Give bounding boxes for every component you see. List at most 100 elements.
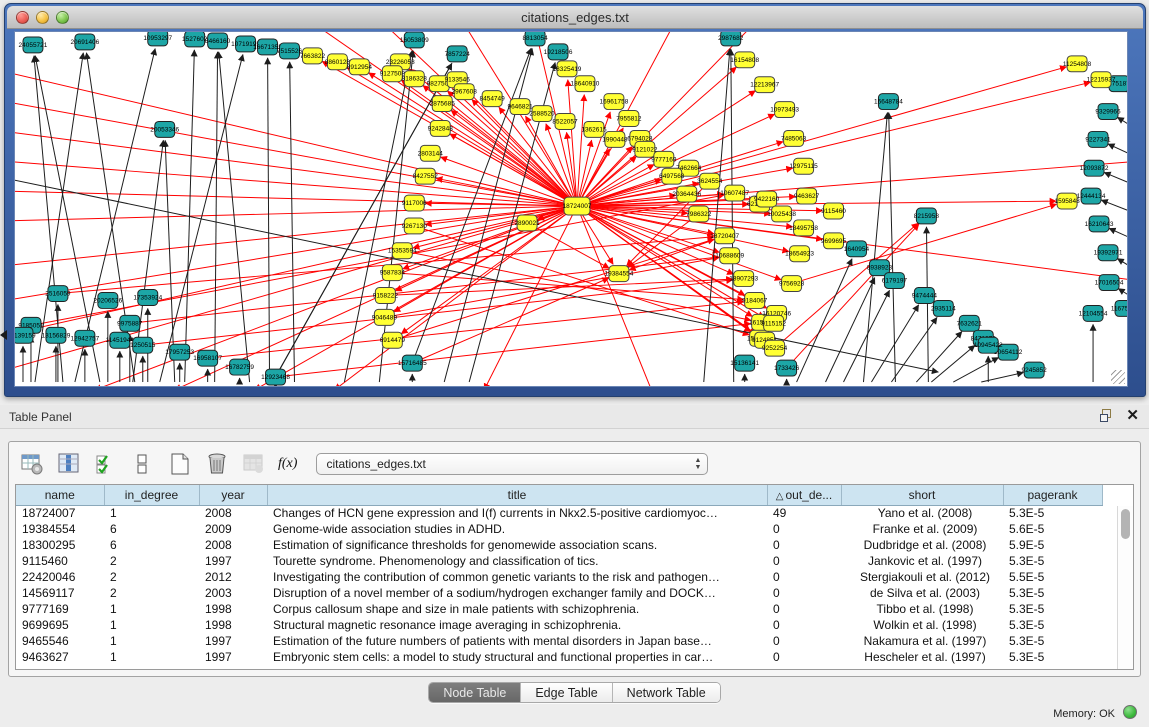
graph-node[interactable]: 11254808 — [1063, 56, 1092, 72]
table-cell[interactable]: 1 — [104, 617, 199, 633]
table-cell[interactable]: Embryonic stem cells: a model to study s… — [267, 649, 767, 665]
table-cell[interactable]: Estimation of the future numbers of pati… — [267, 633, 767, 649]
graph-node[interactable]: 9139159 — [15, 327, 36, 343]
table-cell[interactable]: Dudbridge et al. (2008) — [841, 537, 1003, 553]
graph-node[interactable]: 13156829 — [42, 327, 71, 343]
graph-node[interactable]: 9115460 — [821, 203, 846, 219]
table-settings-icon[interactable] — [19, 451, 45, 477]
graph-node[interactable]: 6914479 — [380, 332, 406, 348]
graph-node[interactable]: 18907293 — [729, 271, 758, 287]
table-cell[interactable]: 1 — [104, 505, 199, 521]
table-cell[interactable]: 2008 — [199, 537, 267, 553]
graph-node[interactable]: 2935114 — [931, 300, 956, 316]
graph-node[interactable]: 8427552 — [413, 168, 439, 184]
graph-node[interactable]: 17957253 — [165, 344, 194, 360]
table-cell[interactable]: Yano et al. (2008) — [841, 505, 1003, 521]
graph-node[interactable]: 17016504 — [1095, 275, 1124, 291]
table-cell[interactable]: Tibbo et al. (1998) — [841, 601, 1003, 617]
table-cell[interactable]: 5.6E-5 — [1003, 521, 1102, 537]
table-cell[interactable]: 1 — [104, 601, 199, 617]
graph-node[interactable]: 20053346 — [150, 121, 179, 137]
table-cell[interactable]: 5.3E-5 — [1003, 601, 1102, 617]
graph-node[interactable]: 20206526 — [93, 293, 122, 309]
table-cell[interactable]: 0 — [767, 553, 841, 569]
graph-node[interactable]: 12104554 — [1079, 305, 1108, 321]
graph-node[interactable]: 7515526 — [277, 43, 303, 59]
graph-node[interactable]: 18640910 — [571, 76, 600, 92]
table-cell[interactable]: 1997 — [199, 553, 267, 569]
graph-node[interactable]: 7485063 — [781, 130, 807, 146]
graph-node[interactable]: 10973493 — [770, 102, 799, 118]
graph-node[interactable]: 2967608 — [452, 84, 478, 100]
table-cell[interactable]: 9115460 — [16, 553, 104, 569]
graph-node[interactable]: 6179197 — [882, 273, 908, 289]
table-cell[interactable]: 2 — [104, 553, 199, 569]
table-cell[interactable]: 18300295 — [16, 537, 104, 553]
table-row[interactable]: 946362711997Embryonic stem cells: a mode… — [16, 649, 1102, 665]
table-cell[interactable]: 0 — [767, 601, 841, 617]
column-header-title[interactable]: title — [267, 485, 767, 505]
column-header-in_degree[interactable]: in_degree — [104, 485, 199, 505]
table-panel-header[interactable]: Table Panel ✕ — [0, 405, 1149, 429]
table-cell[interactable]: de Silva et al. (2003) — [841, 585, 1003, 601]
table-row[interactable]: 977716911998Corpus callosum shape and si… — [16, 601, 1102, 617]
table-cell[interactable]: Stergiakouli et al. (2012) — [841, 569, 1003, 585]
graph-node[interactable]: 9227341 — [1085, 131, 1111, 147]
graph-node[interactable]: 9756928 — [779, 276, 805, 292]
table-cell[interactable]: 1998 — [199, 617, 267, 633]
table-row[interactable]: 1456911722003Disruption of a novel membe… — [16, 585, 1102, 601]
graph-node[interactable]: 8215958 — [914, 208, 940, 224]
table-cell[interactable]: 5.9E-5 — [1003, 537, 1102, 553]
table-cell[interactable]: 1997 — [199, 633, 267, 649]
table-row[interactable]: 1830029562008Estimation of significance … — [16, 537, 1102, 553]
table-row[interactable]: 2242004622012Investigating the contribut… — [16, 569, 1102, 585]
table-cell[interactable]: Corpus callosum shape and size in male p… — [267, 601, 767, 617]
table-cell[interactable]: 1 — [104, 649, 199, 665]
graph-hub-node[interactable]: 18724007 — [563, 197, 592, 215]
graph-node[interactable]: 12444134 — [1077, 188, 1106, 204]
table-cell[interactable]: 2003 — [199, 585, 267, 601]
scrollbar-thumb[interactable] — [1121, 509, 1130, 539]
graph-node[interactable]: 7663822 — [300, 48, 326, 64]
table-cell[interactable]: 9463627 — [16, 649, 104, 665]
graph-node[interactable]: 15136141 — [730, 355, 759, 371]
column-header-pagerank[interactable]: pagerank — [1003, 485, 1102, 505]
table-cell[interactable]: 2 — [104, 585, 199, 601]
table-row[interactable]: 969969511998Structural magnetic resonanc… — [16, 617, 1102, 633]
function-builder-icon[interactable]: f(x) — [278, 456, 297, 472]
table-cell[interactable]: 9777169 — [16, 601, 104, 617]
close-panel-icon[interactable]: ✕ — [1126, 409, 1139, 423]
table-cell[interactable]: 1997 — [199, 649, 267, 665]
graph-node[interactable]: 1527602 — [182, 32, 208, 47]
graph-node[interactable]: 9115152 — [761, 315, 786, 331]
graph-node[interactable]: 8186328 — [402, 71, 428, 87]
graph-node[interactable]: 9975887 — [117, 315, 143, 331]
table-row[interactable]: 946554611997Estimation of the future num… — [16, 633, 1102, 649]
table-cell[interactable]: 1998 — [199, 601, 267, 617]
graph-node[interactable]: 8522057 — [552, 114, 578, 130]
graph-node[interactable]: 2890021 — [514, 215, 540, 231]
table-cell[interactable]: 49 — [767, 505, 841, 521]
graph-node[interactable]: 9329966 — [1095, 104, 1121, 120]
graph-node[interactable]: 8454749 — [480, 91, 506, 107]
table-cell[interactable]: 5.3E-5 — [1003, 617, 1102, 633]
graph-node[interactable]: 9587834 — [380, 265, 406, 281]
graph-node[interactable]: 10025438 — [767, 206, 796, 222]
table-cell[interactable]: 14569117 — [16, 585, 104, 601]
graph-node[interactable]: 3624554 — [697, 173, 723, 189]
graph-node[interactable]: 1362615 — [581, 121, 607, 137]
graph-node[interactable]: 24055721 — [19, 37, 48, 53]
graph-node[interactable]: 16210643 — [1085, 216, 1114, 232]
table-cell[interactable]: 22420046 — [16, 569, 104, 585]
table-cell[interactable]: Structural magnetic resonance image aver… — [267, 617, 767, 633]
table-cell[interactable]: 0 — [767, 649, 841, 665]
table-cell[interactable]: 2008 — [199, 505, 267, 521]
graph-node[interactable]: 9158222 — [373, 288, 399, 304]
table-cell[interactable]: 2 — [104, 569, 199, 585]
float-panel-icon[interactable] — [1100, 409, 1114, 423]
graph-node[interactable]: 17353924 — [133, 290, 162, 306]
select-all-icon[interactable] — [93, 451, 119, 477]
graph-node[interactable]: 8912954 — [347, 59, 373, 75]
graph-node[interactable]: 9252254 — [762, 340, 788, 356]
graph-node[interactable]: 2516059 — [45, 286, 71, 302]
